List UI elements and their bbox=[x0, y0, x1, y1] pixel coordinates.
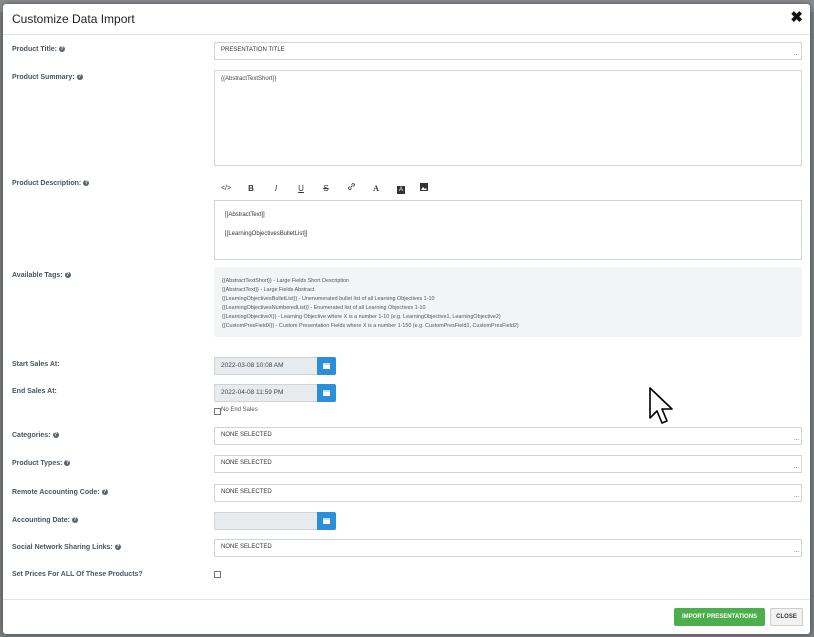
set-prices-label: Set Prices For ALL Of These Products? bbox=[12, 571, 143, 578]
editor-toolbar: </> B I U S A A bbox=[214, 178, 802, 200]
underline-icon[interactable]: U bbox=[291, 182, 311, 196]
help-icon: ? bbox=[58, 46, 65, 53]
start-sales-input[interactable]: 2022-03-08 10:08 AM bbox=[214, 357, 318, 375]
product-types-value: NONE SELECTED bbox=[221, 460, 272, 466]
close-button[interactable]: CLOSE bbox=[770, 608, 803, 626]
product-types-label: Product Types:? bbox=[12, 460, 71, 467]
customize-import-modal: Customize Data Import ✖ Product Title:? … bbox=[3, 4, 810, 634]
tag-line: {{LearningObjectivesNumberedList}} - Enu… bbox=[222, 305, 426, 311]
no-end-sales-label: No End Sales bbox=[221, 407, 258, 413]
categories-select[interactable]: NONE SELECTED ... bbox=[214, 427, 802, 445]
tag-line: {{CustomPresFieldX}} - Custom Presentati… bbox=[222, 323, 519, 329]
categories-label: Categories:? bbox=[12, 432, 59, 439]
editor-line: [[LearningObjectivesBulletList]] bbox=[225, 231, 308, 237]
end-sales-label: End Sales At: bbox=[12, 388, 57, 395]
calendar-icon[interactable] bbox=[317, 512, 336, 530]
strikethrough-icon[interactable]: S bbox=[316, 182, 336, 196]
highlight-icon[interactable]: A bbox=[391, 182, 411, 196]
ellipsis-icon: ... bbox=[793, 436, 799, 442]
start-sales-label: Start Sales At: bbox=[12, 361, 60, 368]
social-links-select[interactable]: NONE SELECTED ... bbox=[214, 539, 802, 557]
social-links-value: NONE SELECTED bbox=[221, 544, 272, 550]
product-description-editor[interactable]: [[AbstractText]] [[LearningObjectivesBul… bbox=[214, 200, 802, 260]
available-tags-box: {{AbstractTextShort}} - Large Fields Sho… bbox=[214, 267, 802, 337]
remote-accounting-code-label: Remote Accounting Code:? bbox=[12, 489, 108, 496]
help-icon: ? bbox=[76, 74, 83, 81]
product-summary-label: Product Summary:? bbox=[12, 74, 83, 81]
product-types-select[interactable]: NONE SELECTED ... bbox=[214, 455, 802, 473]
bold-icon[interactable]: B bbox=[241, 182, 261, 196]
product-title-value: PRESENTATION TITLE bbox=[221, 47, 285, 53]
end-sales-input[interactable]: 2022-04-08 11:59 PM bbox=[214, 384, 318, 402]
help-icon: ? bbox=[83, 180, 90, 187]
close-icon[interactable]: ✖ bbox=[790, 10, 803, 25]
tag-line: {{LearningObjectiveX}} - Learning Object… bbox=[222, 314, 501, 320]
ellipsis-icon: ... bbox=[793, 493, 799, 499]
link-icon[interactable] bbox=[341, 182, 361, 196]
help-icon: ? bbox=[71, 517, 78, 524]
remote-accounting-code-value: NONE SELECTED bbox=[221, 489, 272, 495]
ellipsis-icon: ... bbox=[793, 464, 799, 470]
font-color-icon[interactable]: A bbox=[366, 182, 386, 196]
import-presentations-button[interactable]: IMPORT PRESENTATIONS bbox=[674, 608, 765, 626]
editor-line: [[AbstractText]] bbox=[225, 212, 265, 218]
product-title-input[interactable]: PRESENTATION TITLE ... bbox=[214, 42, 802, 60]
modal-title: Customize Data Import bbox=[12, 12, 135, 26]
remote-accounting-code-select[interactable]: NONE SELECTED ... bbox=[214, 484, 802, 502]
image-icon[interactable] bbox=[414, 182, 434, 196]
set-prices-checkbox[interactable] bbox=[214, 571, 221, 578]
help-icon: ? bbox=[64, 460, 71, 467]
accounting-date-input[interactable] bbox=[214, 512, 318, 530]
no-end-sales-checkbox[interactable] bbox=[214, 408, 221, 415]
mouse-cursor-icon bbox=[649, 387, 673, 424]
categories-value: NONE SELECTED bbox=[221, 432, 272, 438]
start-sales-value: 2022-03-08 10:08 AM bbox=[221, 362, 284, 369]
end-sales-value: 2022-04-08 11:59 PM bbox=[221, 389, 284, 396]
calendar-icon[interactable] bbox=[317, 384, 336, 402]
product-title-label: Product Title:? bbox=[12, 46, 65, 53]
calendar-icon[interactable] bbox=[317, 357, 336, 375]
code-view-icon[interactable]: </> bbox=[216, 182, 236, 196]
help-icon: ? bbox=[114, 544, 121, 551]
help-icon: ? bbox=[52, 432, 59, 439]
product-summary-textarea[interactable]: {{AbstractTextShort}} bbox=[214, 70, 802, 166]
ellipsis-icon: ... bbox=[793, 548, 799, 554]
tag-line: {{LearningObjectivesBulletList}} - Unenu… bbox=[222, 296, 435, 302]
tag-line: {{AbstractText}} - Large Fields Abstract bbox=[222, 287, 315, 293]
italic-icon[interactable]: I bbox=[266, 182, 286, 196]
ellipsis-icon: ... bbox=[793, 51, 799, 57]
tag-line: {{AbstractTextShort}} - Large Fields Sho… bbox=[222, 278, 350, 284]
help-icon: ? bbox=[64, 272, 71, 279]
available-tags-label: Available Tags:? bbox=[12, 272, 71, 279]
product-description-label: Product Description:? bbox=[12, 180, 90, 187]
modal-footer: IMPORT PRESENTATIONS CLOSE bbox=[3, 599, 810, 634]
social-links-label: Social Network Sharing Links:? bbox=[12, 544, 121, 551]
help-icon: ? bbox=[101, 489, 108, 496]
modal-header: Customize Data Import ✖ bbox=[3, 4, 810, 35]
accounting-date-label: Accounting Date:? bbox=[12, 517, 78, 524]
product-summary-value: {{AbstractTextShort}} bbox=[221, 76, 277, 82]
